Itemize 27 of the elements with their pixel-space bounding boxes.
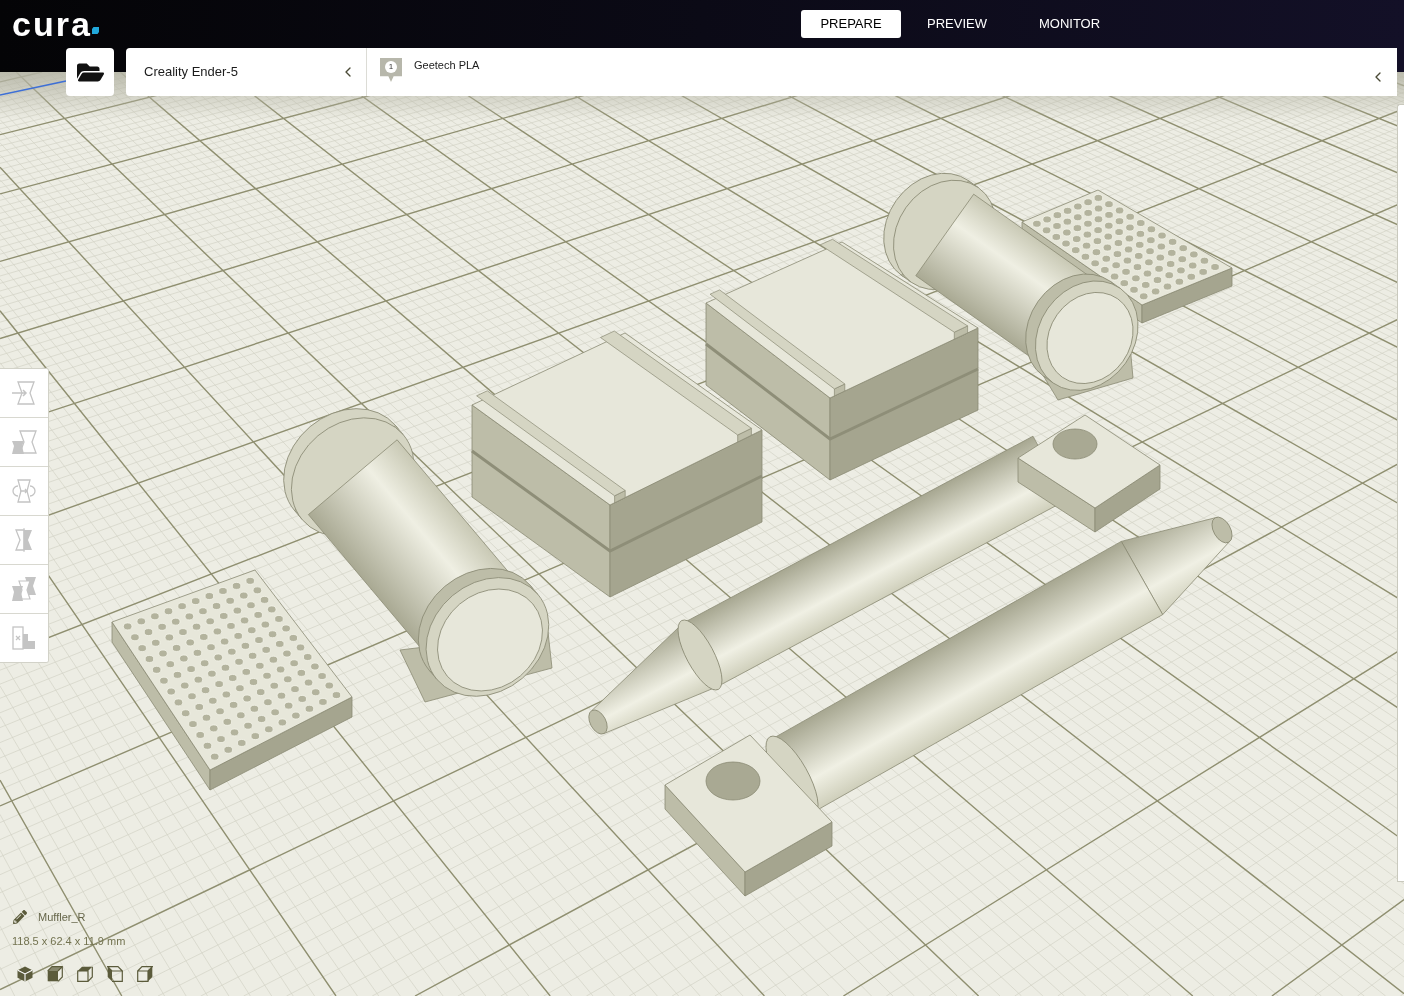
overlapping-shapes-icon (11, 429, 37, 455)
cube-left-face-icon[interactable] (107, 966, 123, 982)
extruder-number: 1 (385, 61, 397, 73)
pencil-icon[interactable] (13, 910, 27, 924)
stage-tab[interactable]: MONITOR (1012, 10, 1127, 38)
open-file-button[interactable] (66, 48, 114, 96)
move-tool-button[interactable] (0, 369, 48, 418)
perforated-plate-model[interactable] (111, 569, 353, 791)
stage-tab[interactable]: PREVIEW (901, 10, 1013, 38)
solid-cube-icon[interactable] (17, 966, 33, 982)
shape-arrow-icon (11, 380, 37, 406)
cube-top-face-icon[interactable] (77, 966, 93, 982)
cube-right-face-icon[interactable] (137, 966, 153, 982)
rod-model[interactable] (664, 516, 1233, 897)
printer-selector[interactable]: Creality Ender-5 (126, 48, 366, 96)
box-model[interactable] (705, 238, 979, 481)
print-setup-panel[interactable]: 1 Geetech PLA (366, 48, 1397, 96)
box-model[interactable] (471, 330, 763, 598)
stage-tab[interactable]: PREPARE (801, 10, 901, 38)
stacked-shapes-icon (11, 576, 37, 602)
build-volume-line (0, 80, 67, 96)
rod-model[interactable] (588, 414, 1161, 735)
cube-front-face-icon[interactable] (47, 966, 63, 982)
logo: cura (12, 7, 92, 41)
blocks-icon (11, 625, 37, 651)
shape-loop-arrow-icon (11, 478, 37, 504)
cylinder-model[interactable] (283, 408, 553, 703)
